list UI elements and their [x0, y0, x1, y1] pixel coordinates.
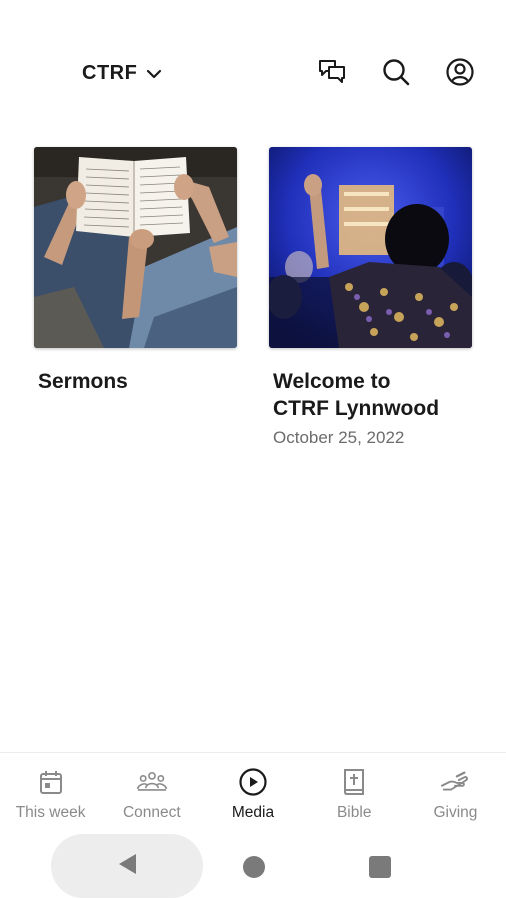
search-icon[interactable]: [380, 56, 412, 88]
system-nav-bar: [0, 826, 506, 900]
play-circle-icon: [238, 767, 268, 797]
home-button[interactable]: [243, 856, 265, 878]
recents-button[interactable]: [369, 856, 391, 878]
chevron-down-icon: [145, 65, 163, 83]
back-triangle-icon: [116, 852, 138, 881]
messages-icon[interactable]: [316, 56, 348, 88]
nav-label: Bible: [336, 804, 372, 821]
card-welcome[interactable]: Welcome to CTRF Lynnwood October 25, 202…: [269, 147, 472, 448]
card-sermons[interactable]: Sermons: [34, 147, 237, 448]
people-icon: [136, 767, 167, 797]
nav-connect[interactable]: Connect: [101, 753, 202, 824]
nav-giving[interactable]: Giving: [405, 753, 506, 824]
header-actions: [316, 56, 476, 88]
app-header: CTRF: [0, 0, 506, 130]
card-date: October 25, 2022: [273, 428, 405, 447]
bottom-nav: This week Connect Media Bible Giving: [0, 752, 506, 824]
card-title: Sermons: [38, 370, 128, 393]
church-name: CTRF: [82, 62, 138, 84]
worship-hand-raised-photo: [269, 147, 472, 348]
giving-hand-icon: [440, 767, 470, 797]
bible-icon: [339, 767, 369, 797]
nav-this-week[interactable]: This week: [0, 753, 101, 824]
nav-media[interactable]: Media: [202, 753, 303, 824]
card-title: Welcome to CTRF Lynnwood: [273, 370, 440, 420]
nav-bible[interactable]: Bible: [304, 753, 405, 824]
back-button[interactable]: [51, 834, 203, 898]
nav-label: Giving: [433, 804, 478, 821]
open-bible-photo: [34, 147, 237, 348]
media-cards: Sermons Welcome to CTRF Lynnwood October…: [34, 147, 472, 448]
nav-label: Connect: [122, 804, 181, 821]
church-selector[interactable]: CTRF: [82, 62, 163, 85]
nav-label: Media: [231, 804, 275, 821]
calendar-icon: [36, 767, 66, 797]
nav-label: This week: [15, 804, 86, 821]
account-icon[interactable]: [444, 56, 476, 88]
